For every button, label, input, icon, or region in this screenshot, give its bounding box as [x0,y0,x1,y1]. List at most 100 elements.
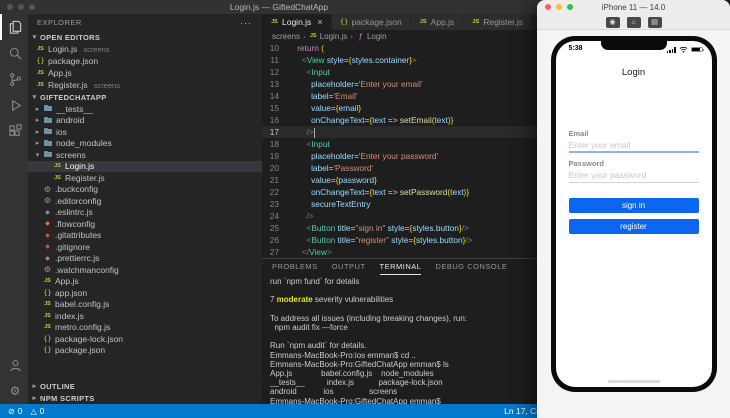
panel-tab-problems[interactable]: PROBLEMS [272,259,318,275]
code-line[interactable]: 20 label='Password' [262,162,558,174]
code-line[interactable]: 19 placeholder='Enter your password' [262,150,558,162]
open-editor-item[interactable]: JS App.js [28,67,262,79]
js-icon: JS [54,174,61,181]
code-line[interactable]: 23 secureTextEntry [262,198,558,210]
npm-scripts-header[interactable]: ▸ NPM SCRIPTS [28,392,262,404]
error-count[interactable]: ⊘ 0 [8,406,22,416]
open-editors-header[interactable]: ▾ OPEN EDITORS [28,31,262,43]
line-number: 20 [269,163,279,173]
code-line[interactable]: 14 label='Email' [262,90,558,102]
js-icon: JS [37,46,44,52]
warning-count[interactable]: △ 0 [30,406,44,416]
simulator-window-controls[interactable] [545,4,573,10]
tree-item[interactable]: ▾ screens [28,149,262,161]
home-indicator[interactable] [607,379,660,383]
code-line[interactable]: 13 placeholder='Enter your email' [262,78,558,90]
close-tab-icon[interactable]: × [317,17,322,27]
tree-item[interactable]: JS babel.config.js [28,299,262,311]
code-line[interactable]: 10 return ( [262,42,558,54]
tree-item[interactable]: ◆ .gitignore [28,241,262,253]
vscode-window-controls[interactable] [7,4,35,10]
sign-in-button[interactable]: sign in [568,198,699,213]
panel-tab-terminal[interactable]: TERMINAL [379,259,422,275]
code-text: onChangeText={text => setEmail(text)} [311,115,454,125]
zoom-icon[interactable] [29,4,35,10]
register-button[interactable]: register [568,219,699,234]
minimize-icon[interactable] [556,4,562,10]
code-editor[interactable]: 10 return (11 <View style={styles.contai… [262,42,558,258]
tree-item[interactable]: ◆ .eslintrc.js [28,207,262,219]
explorer-icon[interactable] [0,14,28,40]
folder-open-icon [44,151,53,158]
code-line[interactable]: 12 <Input [262,66,558,78]
editor-tab[interactable]: JS App.js [410,14,464,30]
breadcrumb-item[interactable]: ƒ Login [356,32,386,41]
code-line[interactable]: 26 <Button title="register" style={style… [262,234,558,246]
close-icon[interactable] [7,4,13,10]
terminal[interactable]: run `npm fund` for details 7 moderate se… [262,275,558,404]
simulator-tool-button[interactable]: ◉ [605,16,620,28]
tree-item[interactable]: ▸ android [28,115,262,127]
simulator-tool-button[interactable]: ⌂ [626,16,641,28]
breadcrumb-item[interactable]: screens [272,32,300,41]
editor-tab[interactable]: JS Login.js × [262,14,332,30]
bottom-panel: PROBLEMS OUTPUT TERMINAL DEBUG CONSOLE run … [262,258,558,404]
code-line[interactable]: 27 </View> [262,246,558,258]
tree-item[interactable]: ▸ ios [28,126,262,138]
simulator-titlebar[interactable]: iPhone 11 — 14.0 [537,0,730,15]
minimize-icon[interactable] [18,4,24,10]
code-line[interactable]: 22 onChangeText={text => setPassword(tex… [262,186,558,198]
js-icon: JS [419,19,427,25]
sidebar-more-actions-icon[interactable]: ··· [240,18,252,28]
panel-tab-output[interactable]: OUTPUT [332,259,366,275]
breadcrumb-item[interactable]: JS Login.js [309,32,347,41]
zoom-icon[interactable] [567,4,573,10]
tree-item[interactable]: ⚙ .watchmanconfig [28,264,262,276]
project-header[interactable]: ▾ GIFTEDCHATAPP [28,91,262,103]
tree-item[interactable]: ⚙ .buckconfig [28,184,262,196]
js-icon: JS [37,82,44,88]
tree-item[interactable]: ⚙ .editorconfig [28,195,262,207]
tree-item[interactable]: ▸ __tests__ [28,103,262,115]
vscode-titlebar[interactable]: Login.js — GiftedChatApp [0,0,558,14]
tree-item[interactable]: JS App.js [28,276,262,288]
password-input[interactable]: Enter your password [569,170,647,180]
extensions-icon[interactable] [0,118,28,144]
editor-tab[interactable]: JS Register.js [463,14,532,30]
code-line[interactable]: 16 onChangeText={text => setEmail(text)} [262,114,558,126]
tree-item[interactable]: JS metro.config.js [28,322,262,334]
simulator-tool-button[interactable]: ▤ [647,16,662,28]
tree-item[interactable]: ◆ .gitattributes [28,230,262,242]
open-editor-item[interactable]: {} package.json [28,55,262,67]
source-control-icon[interactable] [0,66,28,92]
tree-item[interactable]: {} app.json [28,287,262,299]
close-icon[interactable] [545,4,551,10]
tree-item[interactable]: JS Login.js [28,160,262,172]
code-line[interactable]: 21 value={password} [262,174,558,186]
tree-item[interactable]: JS Register.js [28,172,262,184]
settings-gear-icon[interactable]: ⚙ [0,378,28,404]
outline-header[interactable]: ▸ OUTLINE [28,380,262,392]
file-label: Login.js [65,161,95,172]
tree-item[interactable]: ◆ .prettierrc.js [28,253,262,265]
email-input[interactable]: Enter your email [569,140,631,150]
code-line[interactable]: 24 /> [262,210,558,222]
open-editor-item[interactable]: JS Login.js screens [28,43,262,55]
code-line[interactable]: 25 <Button title="sign in" style={styles… [262,222,558,234]
tree-item[interactable]: JS index.js [28,310,262,322]
tree-item[interactable]: {} package.json [28,345,262,357]
code-line[interactable]: 11 <View style={styles.container}> [262,54,558,66]
search-icon[interactable] [0,40,28,66]
code-line[interactable]: 15 value={email} [262,102,558,114]
open-editor-item[interactable]: JS Register.js screens [28,79,262,91]
panel-tab-debug-console[interactable]: DEBUG CONSOLE [435,259,507,275]
terminal-line: Emmans-MacBook-Pro:ios emman$ cd .. [270,350,416,360]
tree-item[interactable]: ◆ .flowconfig [28,218,262,230]
code-line[interactable]: 17 /> [262,126,558,138]
run-debug-icon[interactable] [0,92,28,118]
editor-tab[interactable]: {} package.json [331,14,411,30]
code-line[interactable]: 18 <Input [262,138,558,150]
tree-item[interactable]: {} package-lock.json [28,333,262,345]
tree-item[interactable]: ▸ node_modules [28,138,262,150]
account-icon[interactable] [0,352,28,378]
